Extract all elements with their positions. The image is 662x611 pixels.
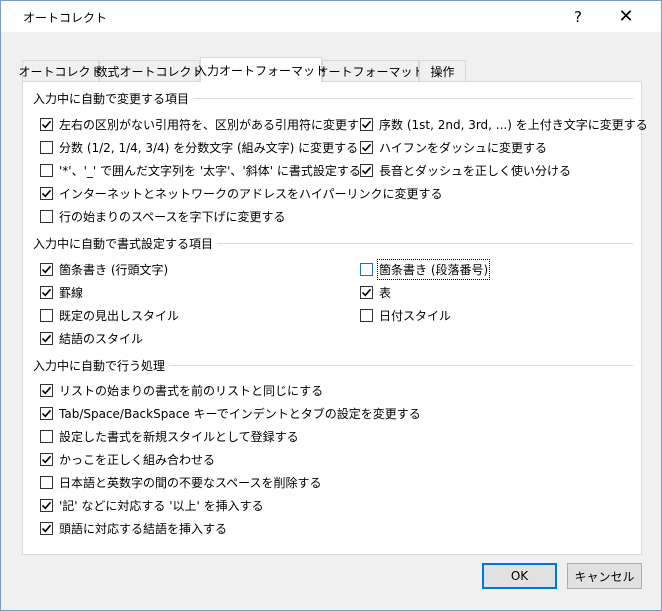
checkbox-insert-closing[interactable]: 頭語に対応する結語を挿入する	[40, 520, 227, 537]
checkbox-date-style[interactable]: 日付スタイル	[360, 307, 451, 324]
checkbox-fractions[interactable]: 分数 (1/2, 1/4, 3/4) を分数文字 (組み文字) に変更する	[40, 139, 358, 156]
checkbox-box[interactable]	[40, 141, 53, 154]
checkbox-label: 箇条書き (段落番号)	[376, 259, 491, 280]
checkbox-label: 設定した書式を新規スタイルとして登録する	[59, 430, 299, 444]
checkbox-label: 既定の見出しスタイル	[59, 309, 180, 323]
checkbox-heading-styles[interactable]: 既定の見出しスタイル	[40, 307, 179, 324]
checkbox-box[interactable]	[40, 187, 53, 200]
checkbox-numbered-list[interactable]: 箇条書き (段落番号)	[360, 259, 491, 280]
help-button[interactable]: ?	[555, 1, 601, 32]
checkbox-ordinals[interactable]: 序数 (1st, 2nd, 3rd, ...) を上付き文字に変更する	[360, 116, 648, 133]
checkbox-label: Tab/Space/BackSpace キーでインデントとタブの設定を変更する	[59, 407, 421, 421]
tab-actions[interactable]: 操作	[419, 60, 466, 81]
cancel-button[interactable]: キャンセル	[567, 563, 642, 589]
checkbox-tables[interactable]: 表	[360, 284, 391, 301]
close-button[interactable]: ✕	[603, 1, 649, 32]
checkbox-label: 序数 (1st, 2nd, 3rd, ...) を上付き文字に変更する	[379, 118, 648, 132]
tab-autoformat[interactable]: オートフォーマット	[317, 60, 425, 81]
checkbox-match-parentheses[interactable]: かっこを正しく組み合わせる	[40, 451, 215, 468]
check-mark-icon	[41, 120, 52, 129]
checkbox-box[interactable]	[40, 430, 53, 443]
checkbox-box[interactable]	[40, 286, 53, 299]
checkbox-hyperlinks[interactable]: インターネットとネットワークのアドレスをハイパーリンクに変更する	[40, 185, 443, 202]
checkbox-list-format[interactable]: リストの始まりの書式を前のリストと同じにする	[40, 382, 323, 399]
title-bar: オートコレクト ? ✕	[1, 1, 661, 32]
checkbox-borders[interactable]: 罫線	[40, 284, 83, 301]
checkbox-tab-indent[interactable]: Tab/Space/BackSpace キーでインデントとタブの設定を変更する	[40, 405, 421, 422]
checkbox-label: 箇条書き (行頭文字)	[59, 263, 169, 277]
check-mark-icon	[41, 386, 52, 395]
checkbox-label: '記' などに対応する '以上' を挿入する	[59, 499, 264, 513]
tab-autocorrect[interactable]: オートコレクト	[19, 60, 103, 81]
checkbox-label: 左右の区別がない引用符を、区別がある引用符に変更する	[59, 118, 372, 132]
checkbox-insert-ijou[interactable]: '記' などに対応する '以上' を挿入する	[40, 497, 264, 514]
checkbox-label: ハイフンをダッシュに変更する	[379, 141, 548, 155]
check-mark-icon	[361, 143, 372, 152]
checkbox-box[interactable]	[40, 118, 53, 131]
check-mark-icon	[41, 524, 52, 533]
checkbox-label: 日本語と英数字の間の不要なスペースを削除する	[59, 476, 322, 490]
check-mark-icon	[361, 288, 372, 297]
checkbox-label: 表	[379, 286, 392, 300]
checkbox-box[interactable]	[360, 141, 373, 154]
checkbox-box[interactable]	[40, 164, 53, 177]
checkbox-box[interactable]	[40, 407, 53, 420]
checkbox-label: '*'、'_' で囲んだ文字列を '太字'、'斜体' に書式設定する	[59, 164, 361, 178]
checkbox-box[interactable]	[360, 309, 373, 322]
ok-button[interactable]: OK	[482, 563, 557, 589]
checkbox-box[interactable]	[40, 263, 53, 276]
checkbox-label: 結語のスタイル	[59, 332, 144, 346]
tab-panel: 入力中に自動で変更する項目 左右の区別がない引用符を、区別がある引用符に変更する…	[22, 81, 648, 555]
checkbox-label: かっこを正しく組み合わせる	[59, 453, 216, 467]
checkbox-box[interactable]	[360, 118, 373, 131]
checkbox-box[interactable]	[40, 522, 53, 535]
group-title-apply: 入力中に自動で書式設定する項目	[33, 235, 218, 252]
check-mark-icon	[361, 166, 372, 175]
checkbox-label: インターネットとネットワークのアドレスをハイパーリンクに変更する	[59, 187, 443, 201]
check-mark-icon	[41, 265, 52, 274]
check-mark-icon	[41, 189, 52, 198]
checkbox-label: 長音とダッシュを正しく使い分ける	[379, 164, 572, 178]
checkbox-box[interactable]	[40, 384, 53, 397]
checkbox-box[interactable]	[40, 476, 53, 489]
checkbox-box[interactable]	[360, 286, 373, 299]
checkbox-smart-quotes[interactable]: 左右の区別がない引用符を、区別がある引用符に変更する	[40, 116, 371, 133]
checkbox-closing-style[interactable]: 結語のスタイル	[40, 330, 143, 347]
check-mark-icon	[41, 288, 52, 297]
checkbox-define-styles[interactable]: 設定した書式を新規スタイルとして登録する	[40, 428, 299, 445]
checkbox-box[interactable]	[40, 499, 53, 512]
group-title-automatically: 入力中に自動で行う処理	[33, 357, 170, 374]
tab-strip: オートコレクト 数式オートコレクト 入力オートフォーマット オートフォーマット …	[19, 57, 642, 82]
check-mark-icon	[41, 409, 52, 418]
checkbox-box[interactable]	[40, 332, 53, 345]
checkbox-label: 分数 (1/2, 1/4, 3/4) を分数文字 (組み文字) に変更する	[59, 141, 359, 155]
window-title: オートコレクト	[23, 11, 108, 25]
checkbox-label: 日付スタイル	[379, 309, 452, 323]
tab-autoformat-as-you-type[interactable]: 入力オートフォーマット	[195, 57, 327, 82]
checkbox-long-vowel-dash[interactable]: 長音とダッシュを正しく使い分ける	[360, 162, 571, 179]
checkbox-label: 行の始まりのスペースを字下げに変更する	[59, 210, 286, 224]
checkbox-box[interactable]	[360, 164, 373, 177]
checkbox-label: リストの始まりの書式を前のリストと同じにする	[59, 384, 324, 398]
tab-math-autocorrect[interactable]: 数式オートコレクト	[96, 60, 204, 81]
check-mark-icon	[41, 334, 52, 343]
check-mark-icon	[41, 455, 52, 464]
autocorrect-dialog: オートコレクト ? ✕ オートコレクト 数式オートコレクト 入力オートフォーマッ…	[0, 0, 662, 611]
checkbox-bulleted-list[interactable]: 箇条書き (行頭文字)	[40, 261, 168, 278]
checkbox-box[interactable]	[40, 453, 53, 466]
checkbox-label: 頭語に対応する結語を挿入する	[59, 522, 228, 536]
checkbox-indent-spaces[interactable]: 行の始まりのスペースを字下げに変更する	[40, 208, 286, 225]
check-mark-icon	[41, 501, 52, 510]
checkbox-label: 罫線	[59, 286, 84, 300]
check-mark-icon	[361, 120, 372, 129]
checkbox-box[interactable]	[360, 263, 373, 276]
group-title-replace: 入力中に自動で変更する項目	[33, 90, 194, 107]
checkbox-hyphens-dashes[interactable]: ハイフンをダッシュに変更する	[360, 139, 547, 156]
checkbox-box[interactable]	[40, 309, 53, 322]
checkbox-remove-spaces[interactable]: 日本語と英数字の間の不要なスペースを削除する	[40, 474, 322, 491]
checkbox-bold-italic[interactable]: '*'、'_' で囲んだ文字列を '太字'、'斜体' に書式設定する	[40, 162, 361, 179]
checkbox-box[interactable]	[40, 210, 53, 223]
